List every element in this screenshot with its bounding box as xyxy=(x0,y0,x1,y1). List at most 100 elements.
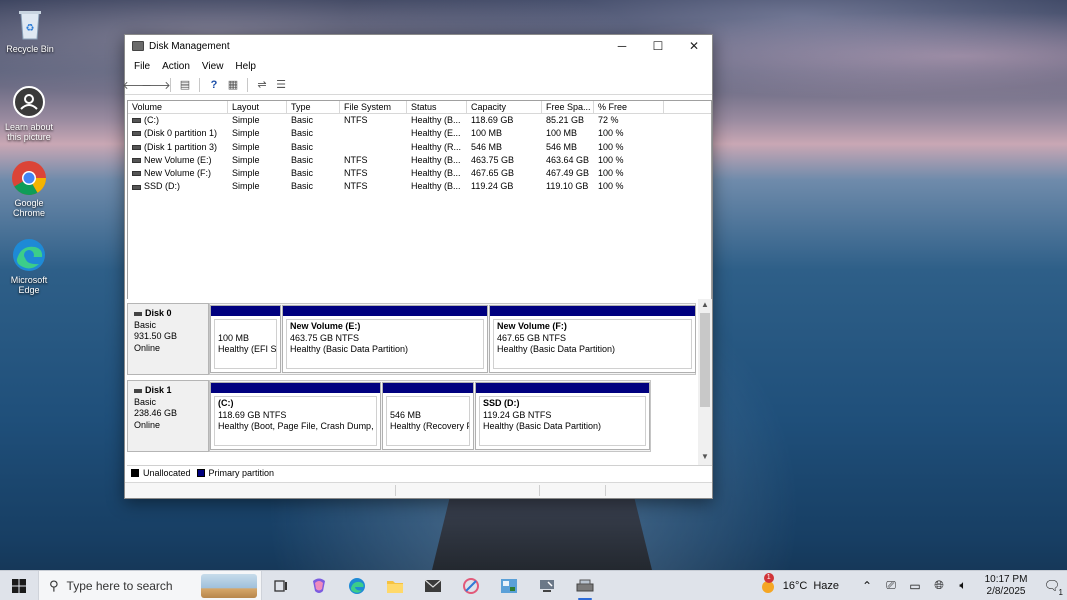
cell-free-space: 119.10 GB xyxy=(546,181,589,192)
desktop-icon-google-chrome[interactable]: Google Chrome xyxy=(0,160,59,218)
menu-file[interactable]: File xyxy=(128,61,156,72)
table-row[interactable]: SSD (D:) Simple Basic NTFS Healthy (B... 119.… xyxy=(128,180,711,193)
desktop-icon-learn-about-picture[interactable]: Learn about this picture xyxy=(0,84,59,142)
partition-new-volume-e[interactable]: New Volume (E:) 463.75 GB NTFS Healthy (… xyxy=(282,305,488,373)
chevron-up-icon[interactable]: ⌃ xyxy=(855,579,879,593)
partition-name: New Volume (E:) xyxy=(290,321,361,331)
partition-c[interactable]: (C:) 118.69 GB NTFS Healthy (Boot, Page … xyxy=(210,382,381,450)
console-tree-icon[interactable]: ▤ xyxy=(177,78,193,92)
taskbar-search-box[interactable]: ⚲ Type here to search xyxy=(38,570,262,600)
language-globe-icon[interactable]: 🌐︎ xyxy=(927,578,951,593)
weather-sun-icon: 1 xyxy=(759,572,777,595)
help-icon[interactable]: ? xyxy=(206,78,222,92)
title-bar[interactable]: Disk Management ─ ☐ ✕ xyxy=(125,35,712,57)
partition-details: 100 MB Healthy (EFI Sy xyxy=(214,319,277,369)
partition-name: (C:) xyxy=(218,398,234,408)
table-row[interactable]: (Disk 0 partition 1) Simple Basic Healthy (… xyxy=(128,127,711,140)
snipping-tool-icon[interactable] xyxy=(452,571,490,600)
volume-name: (Disk 1 partition 3) xyxy=(144,141,218,152)
legend-swatch-primary xyxy=(196,468,205,477)
volume-name: (C:) xyxy=(144,115,159,125)
task-view-icon[interactable] xyxy=(262,571,300,600)
desktop-icon-microsoft-edge[interactable]: Microsoft Edge xyxy=(0,237,59,295)
disk-management-taskbar-icon[interactable] xyxy=(566,571,604,600)
search-placeholder: Type here to search xyxy=(66,578,173,593)
svg-text:♻: ♻ xyxy=(26,23,35,34)
close-button[interactable]: ✕ xyxy=(676,35,712,57)
status-divider xyxy=(539,485,540,496)
partition-recovery[interactable]: 546 MB Healthy (Recovery F xyxy=(382,382,474,450)
column-header-capacity[interactable]: Capacity xyxy=(467,101,542,113)
wallpaper-pier xyxy=(432,498,652,570)
partition-details: 546 MB Healthy (Recovery F xyxy=(386,396,470,446)
edge-taskbar-icon[interactable] xyxy=(338,571,376,600)
menu-help[interactable]: Help xyxy=(229,61,262,72)
partition-new-volume-f[interactable]: New Volume (F:) 467.65 GB NTFS Healthy (… xyxy=(489,305,696,373)
disk-size: 238.46 GB xyxy=(134,408,178,418)
file-explorer-icon[interactable] xyxy=(376,571,414,600)
table-row[interactable]: (C:) Simple Basic NTFS Healthy (B... 118.69 G… xyxy=(128,114,711,127)
cell-free-space: 85.21 GB xyxy=(546,115,585,125)
drive-icon xyxy=(132,171,141,177)
partition-ssd-d[interactable]: SSD (D:) 119.24 GB NTFS Healthy (Basic D… xyxy=(475,382,650,450)
cell-status: Healthy (B... xyxy=(411,115,461,125)
column-header-type[interactable]: Type xyxy=(287,101,340,113)
partition-size: 119.24 GB NTFS xyxy=(483,409,552,420)
status-bar xyxy=(125,482,712,498)
cell-volume: New Volume (E:) xyxy=(128,154,228,167)
column-header-percent-free[interactable]: % Free xyxy=(594,101,664,113)
desktop-icon-recycle-bin[interactable]: ♻ Recycle Bin xyxy=(0,6,60,54)
clock[interactable]: 10:17 PM 2/8/2025 xyxy=(975,574,1037,598)
connect-disk-icon[interactable]: ⇌ xyxy=(254,78,270,92)
partition-size: 463.75 GB NTFS xyxy=(290,332,360,343)
drive-icon xyxy=(132,184,141,190)
clock-date: 2/8/2025 xyxy=(986,585,1026,597)
disk-1-label[interactable]: Disk 1 Basic 238.46 GB Online xyxy=(127,380,209,452)
cell-volume: SSD (D:) xyxy=(128,180,228,193)
mail-icon[interactable] xyxy=(414,571,452,600)
volume-name: New Volume (E:) xyxy=(144,154,212,165)
copilot-icon[interactable] xyxy=(300,571,338,600)
partition-disk0-efi[interactable]: 100 MB Healthy (EFI Sy xyxy=(210,305,281,373)
column-header-layout[interactable]: Layout xyxy=(228,101,287,113)
forward-arrow-icon[interactable]: 🡒 xyxy=(141,78,171,92)
column-header-file-system[interactable]: File System xyxy=(340,101,407,113)
disk-view-scrollbar[interactable]: ▲ ▼ xyxy=(698,299,712,465)
legend-label: Unallocated xyxy=(143,467,191,478)
disk-0-label[interactable]: Disk 0 Basic 931.50 GB Online xyxy=(127,303,209,375)
cell-type: Basic xyxy=(291,128,314,139)
volume-list-header: Volume Layout Type File System Status Ca… xyxy=(128,101,711,114)
volume-icon[interactable]: 🔈︎ xyxy=(951,578,975,593)
partition-status: Healthy (Recovery F xyxy=(390,421,470,431)
maximize-button[interactable]: ☐ xyxy=(640,35,676,57)
control-panel-icon[interactable] xyxy=(490,571,528,600)
column-header-free-space[interactable]: Free Spa... xyxy=(542,101,594,113)
cell-file-system: NTFS xyxy=(344,168,368,179)
settings-list-icon[interactable]: ☰ xyxy=(273,78,289,92)
scroll-up-icon[interactable]: ▲ xyxy=(698,300,712,312)
start-button[interactable] xyxy=(0,571,38,600)
meet-now-icon[interactable]: ⎚ xyxy=(879,578,903,593)
table-row[interactable]: New Volume (F:) Simple Basic NTFS Healthy (B… xyxy=(128,167,711,180)
table-row[interactable]: (Disk 1 partition 3) Simple Basic Healthy (… xyxy=(128,141,711,154)
battery-icon[interactable]: ▭ xyxy=(903,579,927,593)
scrollbar-thumb[interactable] xyxy=(700,313,710,407)
cell-status: Healthy (E... xyxy=(411,128,461,139)
scroll-down-icon[interactable]: ▼ xyxy=(698,452,712,464)
column-header-status[interactable]: Status xyxy=(407,101,467,113)
table-row[interactable]: New Volume (E:) Simple Basic NTFS Healthy (B… xyxy=(128,154,711,167)
cell-type: Basic xyxy=(291,181,314,192)
search-highlight-image xyxy=(201,573,257,598)
weather-widget[interactable]: 1 16°C Haze xyxy=(759,572,839,595)
properties-icon[interactable]: ▦ xyxy=(225,78,241,92)
search-icon: ⚲ xyxy=(49,577,59,593)
desktop-icon-label: Learn about this picture xyxy=(4,122,54,142)
computer-management-icon[interactable] xyxy=(528,571,566,600)
menu-action[interactable]: Action xyxy=(156,61,196,72)
notification-icon[interactable]: 🗨︎ 1 xyxy=(1037,578,1067,597)
minimize-button[interactable]: ─ xyxy=(604,35,640,57)
clock-time: 10:17 PM xyxy=(984,573,1028,585)
cell-layout: Simple xyxy=(232,141,260,152)
menu-view[interactable]: View xyxy=(196,61,230,72)
column-header-volume[interactable]: Volume xyxy=(128,101,228,113)
